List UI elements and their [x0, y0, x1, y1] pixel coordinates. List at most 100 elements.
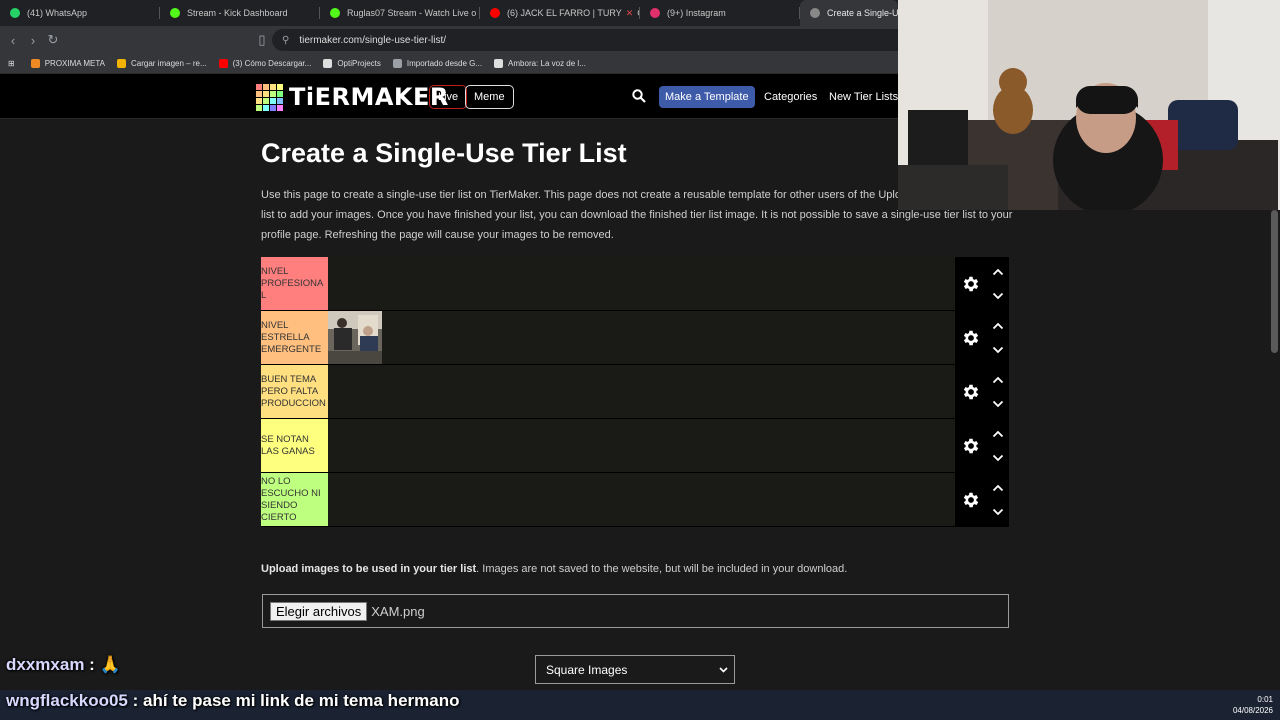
taskbar-time: 0:01	[1257, 695, 1273, 704]
browser-tab[interactable]: Create a Single-Use T	[800, 0, 898, 26]
live-button[interactable]: Live	[429, 85, 468, 109]
gear-icon[interactable]	[961, 274, 981, 294]
bookmark-favicon-icon	[494, 59, 504, 68]
logo-grid-icon	[256, 83, 283, 111]
tier-controls	[955, 311, 1009, 364]
page-content: Create a Single-Use Tier List Use this p…	[261, 138, 1015, 245]
chevron-up-icon[interactable]	[992, 429, 1004, 439]
search-icon[interactable]	[632, 89, 646, 103]
tier-label-text: NIVEL ESTRELLA EMERGENTE	[261, 319, 322, 355]
browser-tab-label: Create a Single-Use T	[827, 8, 898, 18]
browser-tab-label: Stream - Kick Dashboard	[187, 8, 288, 18]
chevron-down-icon[interactable]	[992, 507, 1004, 517]
bookmark-item[interactable]: (3) Cómo Descargar...	[218, 59, 312, 68]
tier-drop-zone[interactable]	[328, 311, 955, 364]
tier-label-text: SE NOTAN LAS GANAS	[261, 433, 315, 457]
tier-move-arrows	[992, 267, 1004, 301]
tiermaker-logo[interactable]: TiERMAKER	[256, 83, 449, 111]
make-template-button[interactable]: Make a Template	[659, 86, 755, 108]
back-icon[interactable]: ‹	[3, 33, 23, 48]
webcam-overlay	[898, 0, 1280, 210]
taskbar-clock[interactable]: 0:01 04/08/2026	[1233, 694, 1273, 716]
tier-list: NIVEL PROFESIONAL NIVEL ESTRELLA EMERGENT…	[261, 257, 1009, 527]
chat-separator: :	[127, 691, 143, 710]
chevron-down-icon	[719, 667, 728, 673]
tier-label[interactable]: NO LO ESCUCHO NI SIENDO CIERTO	[261, 473, 328, 526]
tier-row: SE NOTAN LAS GANAS	[261, 419, 1009, 473]
bookmark-favicon-icon	[117, 59, 127, 68]
tier-label-text: NIVEL PROFESIONAL	[261, 265, 324, 301]
browser-tab[interactable]: (6) JACK EL FARRO | TURY✕GEEZY	[480, 0, 640, 26]
nav-categories[interactable]: Categories	[764, 91, 817, 103]
chevron-down-icon[interactable]	[992, 453, 1004, 463]
bookmark-label: Ambora: La voz de l...	[508, 59, 586, 68]
chevron-up-icon[interactable]	[992, 267, 1004, 277]
chat-text: ahí te pase mi link de mi tema hermano	[142, 691, 460, 710]
tier-row: NIVEL PROFESIONAL	[261, 257, 1009, 311]
bookmark-item[interactable]: Importado desde G...	[392, 59, 482, 68]
bookmark-favicon-icon	[323, 59, 333, 68]
bookmark-favicon-icon	[30, 59, 40, 68]
chat-separator: :	[84, 655, 100, 674]
apps-grid-icon[interactable]: ⊞	[8, 59, 15, 68]
reload-icon[interactable]: ↻	[43, 32, 63, 48]
tier-move-arrows	[992, 321, 1004, 355]
tier-controls	[955, 419, 1009, 472]
tier-label[interactable]: SE NOTAN LAS GANAS	[261, 419, 328, 472]
site-info-icon[interactable]: ⚲	[282, 35, 289, 46]
url-input[interactable]: ⚲ tiermaker.com/single-use-tier-list/	[272, 29, 912, 51]
bookmark-icon[interactable]: ▯	[252, 32, 272, 48]
gear-icon[interactable]	[961, 436, 981, 456]
forward-icon[interactable]: ›	[23, 33, 43, 48]
chat-username: dxxmxam	[6, 655, 85, 674]
tier-drop-zone[interactable]	[328, 257, 955, 310]
file-input[interactable]: Elegir archivos XAM.png	[262, 594, 1009, 628]
tier-label-text: NO LO ESCUCHO NI SIENDO CIERTO	[261, 475, 321, 523]
tier-row: NO LO ESCUCHO NI SIENDO CIERTO	[261, 473, 1009, 527]
bookmark-label: PROXIMA META	[44, 59, 106, 68]
browser-tab[interactable]: Stream - Kick Dashboard	[160, 0, 320, 26]
browser-tab[interactable]: (41) WhatsApp	[0, 0, 160, 26]
tier-drop-zone[interactable]	[328, 419, 955, 472]
gear-icon[interactable]	[961, 382, 981, 402]
browser-tab[interactable]: (9+) Instagram	[640, 0, 800, 26]
bookmark-label: (3) Cómo Descargar...	[232, 59, 312, 68]
bookmark-item[interactable]: PROXIMA META	[30, 59, 106, 68]
chevron-up-icon[interactable]	[992, 375, 1004, 385]
tier-item-image[interactable]	[328, 311, 382, 364]
whatsapp-icon	[10, 8, 20, 18]
gear-icon[interactable]	[961, 328, 981, 348]
chat-text: 🙏	[99, 655, 121, 674]
bookmark-label: OptiProjects	[337, 59, 381, 68]
chevron-down-icon[interactable]	[992, 345, 1004, 355]
tier-label[interactable]: NIVEL PROFESIONAL	[261, 257, 328, 310]
kick-icon	[170, 8, 180, 18]
selected-file-name: XAM.png	[371, 603, 425, 619]
bookmark-item[interactable]: Ambora: La voz de l...	[494, 59, 586, 68]
browser-tab[interactable]: Ruglas07 Stream - Watch Live o	[320, 0, 480, 26]
chevron-down-icon[interactable]	[992, 291, 1004, 301]
chat-message: dxxmxam : 🙏	[6, 655, 121, 675]
gear-icon[interactable]	[961, 490, 981, 510]
tier-row: NIVEL ESTRELLA EMERGENTE	[261, 311, 1009, 365]
upload-label-bold: Upload images to be used in your tier li…	[261, 563, 477, 575]
meme-button[interactable]: Meme	[465, 85, 514, 109]
bookmark-item[interactable]: Cargar imagen – re...	[117, 59, 207, 68]
tier-label[interactable]: BUEN TEMA PERO FALTA PRODUCCION	[261, 365, 328, 418]
chevron-up-icon[interactable]	[992, 483, 1004, 493]
page-scrollbar[interactable]	[1271, 210, 1278, 353]
chevron-down-icon[interactable]	[992, 399, 1004, 409]
close-icon[interactable]: ✕	[626, 8, 634, 19]
choose-files-button[interactable]: Elegir archivos	[270, 601, 368, 621]
tier-drop-zone[interactable]	[328, 365, 955, 418]
tier-controls	[955, 257, 1009, 310]
nav-new-tier-lists[interactable]: New Tier Lists	[829, 91, 898, 103]
tier-label[interactable]: NIVEL ESTRELLA EMERGENTE	[261, 311, 328, 364]
chevron-up-icon[interactable]	[992, 321, 1004, 331]
image-shape-value: Square Images	[546, 662, 628, 677]
image-shape-select[interactable]: Square Images	[535, 655, 735, 684]
tier-drop-zone[interactable]	[328, 473, 955, 526]
browser-tab-label: (9+) Instagram	[667, 8, 726, 18]
bookmark-item[interactable]: OptiProjects	[323, 59, 381, 68]
tier-controls	[955, 365, 1009, 418]
